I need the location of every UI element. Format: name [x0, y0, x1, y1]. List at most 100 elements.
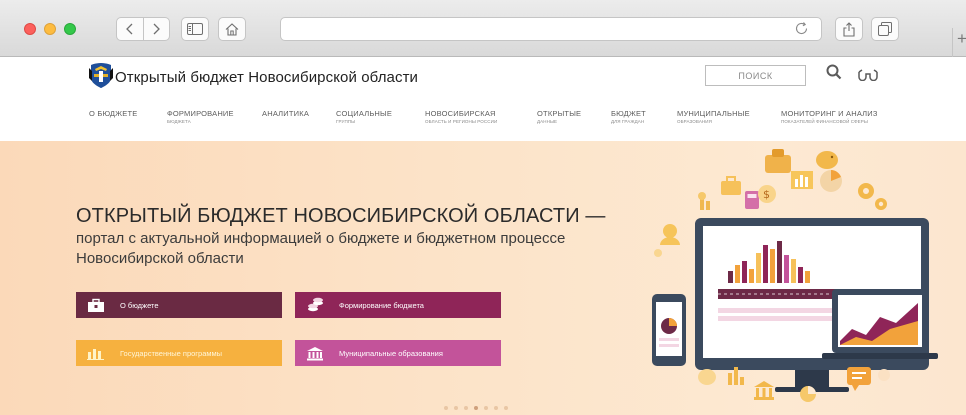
nav-item-title: БЮДЖЕТ — [611, 109, 646, 118]
history-navigation — [116, 17, 170, 41]
slider-dot[interactable] — [504, 406, 508, 410]
nav-item-novosibirsk-region[interactable]: НОВОСИБИРСКАЯ ОБЛАСТЬ И РЕГИОНЫ РОССИИ — [425, 109, 497, 125]
slider-dot[interactable] — [464, 406, 468, 410]
reload-button[interactable] — [794, 21, 809, 41]
address-bar[interactable] — [280, 17, 822, 41]
nav-item-subtitle: ДАННЫЕ — [537, 119, 558, 124]
slider-dot[interactable] — [454, 406, 458, 410]
new-tab-button[interactable]: + — [952, 28, 966, 58]
site-header: Открытый бюджет Новосибирской области — [0, 57, 966, 99]
search-button[interactable] — [826, 64, 842, 85]
municipalities-button[interactable]: Муниципальные образования — [295, 340, 501, 366]
people-icon — [654, 224, 680, 257]
nav-item-municipalities[interactable]: МУНИЦИПАЛЬНЫЕ ОБРАЗОВАНИЯ — [677, 109, 750, 125]
nav-item-title: О БЮДЖЕТЕ — [89, 109, 138, 118]
tabs-icon — [878, 22, 892, 36]
budget-formation-button[interactable]: Формирование бюджета — [295, 292, 501, 318]
nav-item-subtitle: ОБЛАСТЬ И РЕГИОНЫ РОССИИ — [425, 119, 498, 124]
sidebar-button[interactable] — [181, 17, 209, 41]
nav-item-title: МОНИТОРИНГ И АНАЛИЗ — [781, 109, 878, 118]
tile-label: Муниципальные образования — [339, 348, 443, 358]
show-tabs-button[interactable] — [871, 17, 899, 41]
share-icon — [843, 21, 855, 37]
bar-chart-icon — [791, 171, 813, 189]
svg-text:$: $ — [763, 188, 770, 201]
accessibility-button[interactable] — [858, 68, 878, 86]
tablet-illustration — [652, 294, 686, 366]
gears-icon — [858, 183, 887, 210]
pie-small-icon — [800, 386, 816, 402]
nav-item-budget-formation[interactable]: ФОРМИРОВАНИЕ БЮДЖЕТА — [167, 109, 234, 125]
minimize-window-button[interactable] — [44, 23, 56, 35]
nav-item-budget-for-citizens[interactable]: БЮДЖЕТ ДЛЯ ГРАЖДАН — [611, 109, 646, 125]
chart-icon — [76, 340, 116, 366]
money-hand-icon: $ — [758, 185, 776, 203]
nav-item-subtitle: ПОКАЗАТЕЛЕЙ ФИНАНСОВОЙ СФЕРЫ — [781, 119, 868, 124]
building-icon — [295, 340, 335, 366]
nav-item-open-data[interactable]: ОТКРЫТЫЕ ДАННЫЕ — [537, 109, 581, 125]
slider-dot-active[interactable] — [474, 406, 478, 410]
home-button[interactable] — [218, 17, 246, 41]
chevron-left-icon — [125, 23, 133, 35]
money-bag-icon — [698, 369, 716, 385]
slider-dot[interactable] — [484, 406, 488, 410]
tile-label: О бюджете — [120, 300, 159, 310]
slider-dot[interactable] — [494, 406, 498, 410]
nav-item-title: НОВОСИБИРСКАЯ — [425, 109, 496, 118]
about-budget-button[interactable]: О бюджете — [76, 292, 282, 318]
nav-item-title: МУНИЦИПАЛЬНЫЕ — [677, 109, 750, 118]
coins-icon — [295, 292, 335, 318]
reload-icon — [795, 22, 808, 34]
window-controls — [24, 23, 76, 35]
hero-subtitle-line-2: Новосибирской области — [76, 250, 244, 267]
slider-dot[interactable] — [444, 406, 448, 410]
back-button[interactable] — [117, 18, 143, 40]
share-button[interactable] — [835, 17, 863, 41]
budget-illustration: $ — [652, 149, 938, 402]
glasses-icon — [858, 69, 878, 82]
search-input[interactable] — [706, 66, 805, 86]
chat-icon — [847, 367, 871, 391]
nav-item-analytics[interactable]: АНАЛИТИКА — [262, 109, 309, 118]
nav-item-subtitle: ГРУППЫ — [336, 119, 356, 124]
nav-item-social-groups[interactable]: СОЦИАЛЬНЫЕ ГРУППЫ — [336, 109, 392, 125]
tile-label: Формирование бюджета — [339, 300, 424, 310]
slider-pagination — [444, 406, 508, 410]
piggy-bank-icon — [816, 151, 838, 169]
laptop-illustration — [822, 289, 938, 359]
nav-item-title: ОТКРЫТЫЕ — [537, 109, 582, 118]
nav-item-subtitle: БЮДЖЕТА — [167, 119, 191, 124]
pie-chart-icon — [820, 170, 842, 192]
search-icon — [826, 64, 842, 80]
main-navigation: О БЮДЖЕТЕ ФОРМИРОВАНИЕ БЮДЖЕТА АНАЛИТИКА… — [0, 99, 966, 141]
hero-subtitle-line-1: портал с актуальной информацией о бюджет… — [76, 230, 566, 247]
tile-label: Государственные программы — [120, 348, 223, 358]
hero-title: ОТКРЫТЫЙ БЮДЖЕТ НОВОСИБИРСКОЙ ОБЛАСТИ — — [76, 205, 606, 227]
state-programs-button[interactable]: Государственные программы — [76, 340, 282, 366]
wallet-icon — [765, 149, 791, 173]
browser-toolbar: + — [0, 0, 966, 58]
nav-item-title: ФОРМИРОВАНИЕ — [167, 109, 234, 118]
nav-item-monitoring[interactable]: МОНИТОРИНГ И АНАЛИЗ ПОКАЗАТЕЛЕЙ ФИНАНСОВ… — [781, 109, 878, 125]
forward-button[interactable] — [142, 18, 170, 40]
site-title[interactable]: Открытый бюджет Новосибирской области — [115, 69, 418, 86]
coat-of-arms-icon — [89, 63, 113, 88]
coat-of-arms-logo[interactable] — [89, 62, 113, 94]
nav-item-subtitle: ОБРАЗОВАНИЯ — [677, 119, 712, 124]
nav-item-about-budget[interactable]: О БЮДЖЕТЕ — [89, 109, 137, 118]
sidebar-icon — [187, 23, 203, 35]
nav-item-title: АНАЛИТИКА — [262, 109, 310, 118]
search-field[interactable] — [705, 65, 806, 86]
calculator-icon — [745, 191, 759, 209]
nav-item-subtitle: ДЛЯ ГРАЖДАН — [611, 119, 645, 124]
hero-banner: ОТКРЫТЫЙ БЮДЖЕТ НОВОСИБИРСКОЙ ОБЛАСТИ — … — [0, 141, 966, 415]
tree-chart-icon — [698, 192, 710, 210]
home-icon — [225, 22, 239, 36]
briefcase-icon — [76, 292, 116, 318]
zoom-window-button[interactable] — [64, 23, 76, 35]
percent-icon — [878, 369, 890, 381]
bank-icon — [754, 381, 774, 400]
briefcase-icon — [721, 176, 741, 195]
chevron-right-icon — [153, 23, 161, 35]
close-window-button[interactable] — [24, 23, 36, 35]
